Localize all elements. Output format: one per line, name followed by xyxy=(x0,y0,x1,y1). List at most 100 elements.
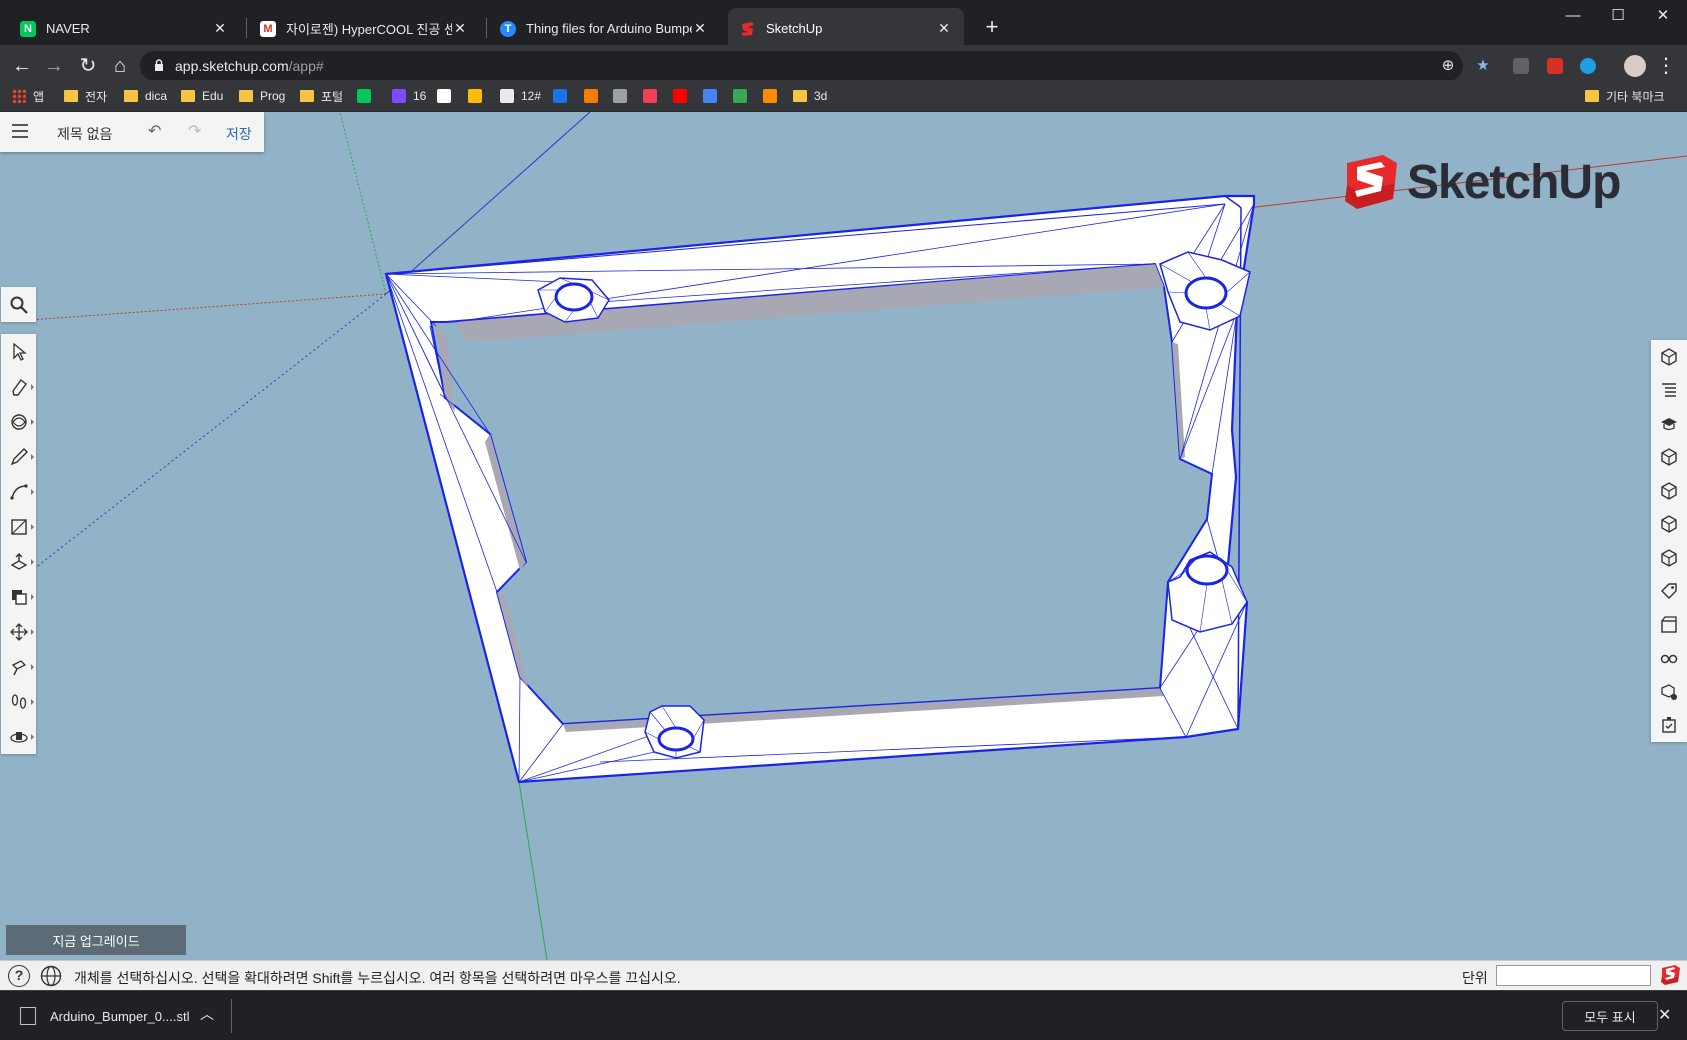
walk-tool[interactable] xyxy=(1,684,36,719)
flyout-indicator xyxy=(31,384,34,390)
rectangle-icon xyxy=(10,518,27,535)
bookmark-printer[interactable] xyxy=(613,80,634,112)
upgrade-button[interactable]: 지금 업그레이드 xyxy=(6,925,186,955)
bookmark-translate[interactable] xyxy=(703,80,724,112)
bookmark-youtube[interactable] xyxy=(673,80,694,112)
shadows-panel-button[interactable] xyxy=(1651,675,1687,709)
bookmark-앱[interactable]: 앱 xyxy=(12,80,44,112)
views-panel-button[interactable] xyxy=(1651,541,1687,575)
bookmark-naver[interactable] xyxy=(357,80,378,112)
bookmark-포털[interactable]: 포털 xyxy=(300,80,343,112)
minimize-button[interactable]: — xyxy=(1550,4,1596,28)
hamburger-menu-icon[interactable] xyxy=(12,124,30,138)
outliner-panel-button[interactable] xyxy=(1651,374,1687,408)
push-pull-tool[interactable] xyxy=(1,544,36,579)
bookmark-pocket[interactable] xyxy=(643,80,664,112)
right-panel-toolbar xyxy=(1651,340,1687,742)
bookmark-calendar-28[interactable] xyxy=(553,80,574,112)
bookmark-label: 전자 xyxy=(85,89,108,104)
components-panel-button[interactable] xyxy=(1651,474,1687,508)
left-toolbar xyxy=(1,334,36,754)
solid-inspector-panel-button[interactable] xyxy=(1651,709,1687,743)
extension-circle-icon[interactable] xyxy=(1580,58,1596,74)
download-divider xyxy=(231,999,232,1033)
add-icon[interactable]: ⊕ xyxy=(1440,58,1456,74)
avatar[interactable] xyxy=(1624,55,1646,77)
folder-icon xyxy=(124,90,138,102)
tab-thingiverse[interactable]: T Thing files for Arduino Bumper ✕ xyxy=(488,8,720,49)
sketchup-status-icon[interactable] xyxy=(1660,964,1682,986)
redo-icon[interactable]: ↷ xyxy=(188,121,201,141)
bookmark-12#[interactable]: 12# xyxy=(500,80,541,112)
sketchup-viewport[interactable]: 제목 없음 ↶ ↷ 저장 SketchUp 지금 업그레이드 xyxy=(0,112,1687,960)
folder-icon xyxy=(181,90,195,102)
orbit-tool[interactable] xyxy=(1,719,36,754)
bookmark-3d[interactable]: 3d xyxy=(793,80,827,112)
close-tab-icon[interactable]: ✕ xyxy=(692,20,708,37)
bookmark-전자[interactable]: 전자 xyxy=(64,80,107,112)
printer-icon xyxy=(613,89,627,103)
search-tool[interactable] xyxy=(1,287,36,322)
show-all-button[interactable]: 모두 표시 xyxy=(1562,1001,1658,1031)
bookmark-gmail[interactable] xyxy=(437,80,458,112)
materials-panel-button[interactable] xyxy=(1651,441,1687,475)
extension-a-icon[interactable] xyxy=(1513,58,1529,74)
bookmark-dica[interactable]: dica xyxy=(124,80,167,112)
new-tab-button[interactable]: + xyxy=(980,14,1004,40)
address-bar[interactable]: app.sketchup.com/app# ⊕ ★ xyxy=(140,51,1490,81)
bookmark-16[interactable]: 16 xyxy=(392,80,426,112)
download-bar: Arduino_Bumper_0....stl ︿ 모두 표시 ✕ xyxy=(0,990,1687,1040)
paint-bucket-tool[interactable] xyxy=(1,404,36,439)
close-window-button[interactable]: ✕ xyxy=(1640,4,1686,28)
download-item[interactable]: Arduino_Bumper_0....stl xyxy=(20,1003,189,1029)
more-menu-icon[interactable]: ⋮ xyxy=(1654,54,1678,78)
close-download-bar-icon[interactable]: ✕ xyxy=(1658,1005,1671,1025)
model-canvas[interactable] xyxy=(0,112,1687,960)
styles-panel-button[interactable] xyxy=(1651,508,1687,542)
rectangle-tool[interactable] xyxy=(1,509,36,544)
extension-office-icon[interactable] xyxy=(1547,58,1563,74)
walk-icon xyxy=(11,693,26,709)
maximize-button[interactable]: ☐ xyxy=(1595,4,1641,28)
bookmark-maps[interactable] xyxy=(733,80,754,112)
chevron-up-icon[interactable]: ︿ xyxy=(200,1004,214,1024)
select-arrow-tool[interactable] xyxy=(1,334,36,369)
move-tool[interactable] xyxy=(1,614,36,649)
entity-info-icon xyxy=(1661,347,1677,366)
other-bookmarks[interactable]: 기타 북마크 xyxy=(1585,80,1665,112)
bookmark-Prog[interactable]: Prog xyxy=(239,80,285,112)
tab-naver[interactable]: N NAVER ✕ xyxy=(8,8,240,49)
close-tab-icon[interactable]: ✕ xyxy=(452,20,468,37)
forward-button[interactable]: → xyxy=(42,54,66,78)
instructor-panel-button[interactable] xyxy=(1651,407,1687,441)
unit-input[interactable] xyxy=(1496,965,1651,986)
reload-button[interactable]: ↻ xyxy=(76,54,100,78)
tab-gmail[interactable]: M 자이로젠) HyperCOOL 진공 센서 ✕ xyxy=(248,8,480,49)
entity-info-panel-button[interactable] xyxy=(1651,340,1687,374)
home-button[interactable]: ⌂ xyxy=(108,54,132,78)
bookmark-star-icon[interactable]: ★ xyxy=(1475,58,1491,74)
back-button[interactable]: ← xyxy=(10,54,34,78)
offset-tool[interactable] xyxy=(1,579,36,614)
bookmark-Edu[interactable]: Edu xyxy=(181,80,223,112)
document-title[interactable]: 제목 없음 xyxy=(57,124,112,144)
help-icon[interactable]: ? xyxy=(8,965,30,987)
tab-divider xyxy=(246,18,247,38)
bookmark-r[interactable] xyxy=(584,80,605,112)
eraser-tool[interactable] xyxy=(1,369,36,404)
display-panel-button[interactable] xyxy=(1651,642,1687,676)
pencil-tool[interactable] xyxy=(1,439,36,474)
close-tab-icon[interactable]: ✕ xyxy=(936,20,952,37)
bookmark-photos[interactable] xyxy=(468,80,489,112)
tab-sketchup[interactable]: SketchUp ✕ xyxy=(728,8,964,49)
arc-tool[interactable] xyxy=(1,474,36,509)
close-tab-icon[interactable]: ✕ xyxy=(212,20,228,37)
tags-panel-button[interactable] xyxy=(1651,575,1687,609)
save-button[interactable]: 저장 xyxy=(226,124,252,144)
bookmark-label: 앱 xyxy=(33,89,45,104)
scenes-panel-button[interactable] xyxy=(1651,608,1687,642)
undo-icon[interactable]: ↶ xyxy=(148,121,161,141)
tape-measure-tool[interactable] xyxy=(1,649,36,684)
bookmark-swirl[interactable] xyxy=(763,80,784,112)
globe-icon[interactable] xyxy=(40,965,62,987)
